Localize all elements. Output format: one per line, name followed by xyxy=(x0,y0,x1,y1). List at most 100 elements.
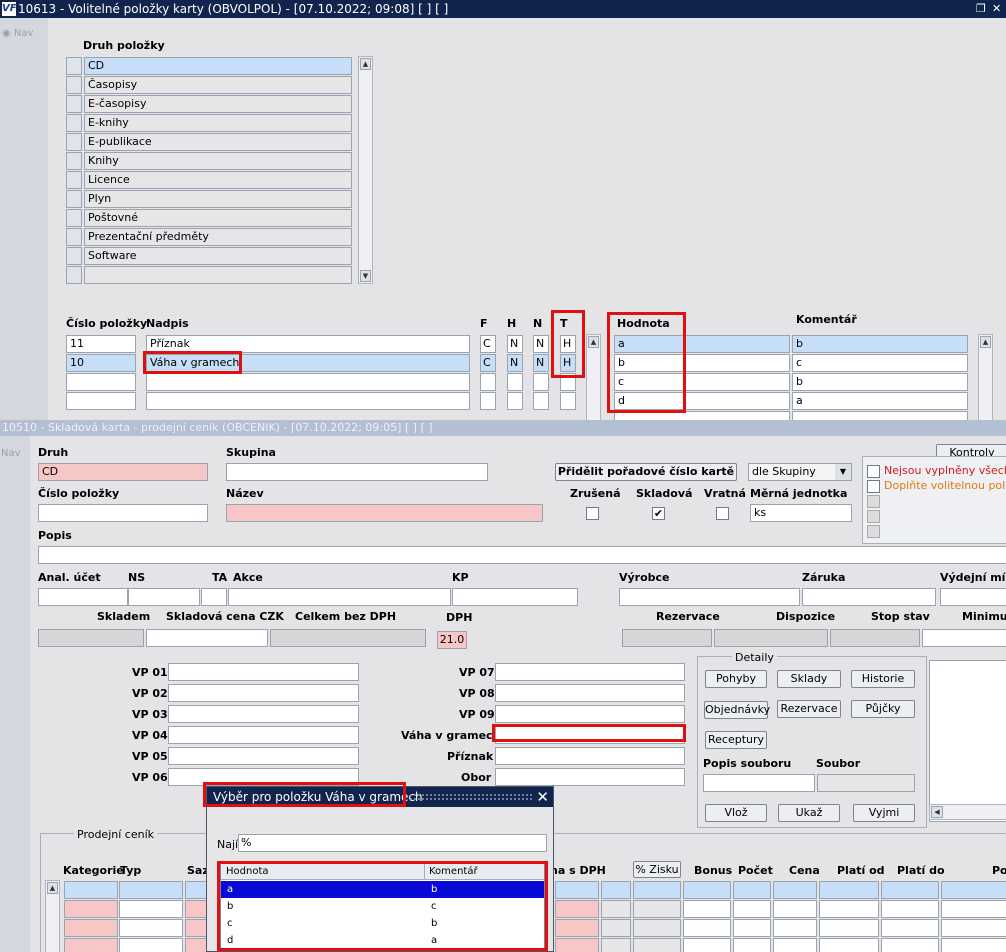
scroll-down-icon[interactable]: ▼ xyxy=(360,270,371,282)
druh-polozky-item[interactable]: Licence xyxy=(84,171,352,189)
n-cell[interactable]: N xyxy=(533,354,549,372)
merna-jednotka-field[interactable]: ks xyxy=(750,504,852,522)
komentar-cell[interactable]: c xyxy=(792,354,968,372)
skupina-field[interactable] xyxy=(226,463,488,481)
pridelit-cislo-button[interactable]: Přidělit pořadové číslo kartě xyxy=(555,463,737,481)
sklady-button[interactable]: Sklady xyxy=(777,670,841,688)
cenik-cell[interactable] xyxy=(633,881,681,899)
n-cell[interactable] xyxy=(533,373,549,391)
scroll-up-icon[interactable]: ▲ xyxy=(980,336,991,348)
ukaz-button[interactable]: Ukaž xyxy=(778,804,840,822)
vp-field[interactable] xyxy=(168,684,359,702)
druh-polozky-item[interactable]: Časopisy xyxy=(84,76,352,94)
f-cell[interactable]: C xyxy=(480,354,496,372)
h-cell[interactable] xyxy=(507,373,523,391)
h-cell[interactable] xyxy=(507,392,523,410)
row-selector[interactable] xyxy=(66,228,82,246)
cenik-cell[interactable] xyxy=(819,881,879,899)
cenik-cell[interactable] xyxy=(881,938,939,952)
cislo-polozky-cell[interactable] xyxy=(66,373,136,391)
n-cell[interactable] xyxy=(533,392,549,410)
cenik-scrollbar[interactable]: ▲ xyxy=(45,880,60,952)
cenik-cell[interactable] xyxy=(555,919,599,937)
n-cell[interactable]: N xyxy=(533,335,549,353)
vp-field[interactable] xyxy=(168,663,359,681)
vydejni-misto-field[interactable] xyxy=(940,588,1006,606)
ns-field[interactable] xyxy=(128,588,200,606)
dph-field[interactable]: 21.0 xyxy=(437,631,467,649)
pohyby-button[interactable]: Pohyby xyxy=(705,670,767,688)
druh-polozky-item[interactable]: CD xyxy=(84,57,352,75)
t-cell[interactable] xyxy=(560,392,576,410)
preview-scrollbar[interactable]: ◀ xyxy=(929,804,1006,820)
druh-list-scrollbar[interactable]: ▲ ▼ xyxy=(358,56,373,284)
zisku-button[interactable]: % Zisku xyxy=(633,861,681,878)
close-icon[interactable]: ✕ xyxy=(536,787,549,807)
druh-polozky-item[interactable]: Software xyxy=(84,247,352,265)
cislo-polozky-cell[interactable] xyxy=(66,392,136,410)
cenik-cell[interactable] xyxy=(64,938,118,952)
cenik-cell[interactable] xyxy=(119,938,183,952)
cenik-cell[interactable] xyxy=(633,900,681,918)
cenik-cell[interactable] xyxy=(555,881,599,899)
druh-polozky-item[interactable]: E-knihy xyxy=(84,114,352,132)
warning-checkbox-2[interactable] xyxy=(867,480,880,493)
druh-polozky-item[interactable]: E-publikace xyxy=(84,133,352,151)
row-selector[interactable] xyxy=(66,133,82,151)
cenik-cell[interactable] xyxy=(819,919,879,937)
scroll-up-icon[interactable]: ▲ xyxy=(47,882,58,894)
cenik-cell[interactable] xyxy=(773,900,817,918)
cenik-cell[interactable] xyxy=(601,900,631,918)
vratna-checkbox[interactable] xyxy=(716,507,729,520)
nadpis-cell[interactable] xyxy=(146,392,470,410)
items-scrollbar[interactable]: ▲ xyxy=(586,334,601,420)
cenik-cell[interactable] xyxy=(773,881,817,899)
druh-polozky-item[interactable]: E-časopisy xyxy=(84,95,352,113)
cenik-cell[interactable] xyxy=(733,881,771,899)
komentar-cell[interactable]: b xyxy=(792,335,968,353)
cenik-cell[interactable] xyxy=(601,919,631,937)
rezervace-button[interactable]: Rezervace xyxy=(777,700,841,718)
f-cell[interactable] xyxy=(480,373,496,391)
vp-field[interactable] xyxy=(495,768,685,786)
cenik-cell[interactable] xyxy=(819,938,879,952)
row-selector[interactable] xyxy=(66,76,82,94)
objednavky-button[interactable]: Objednávky xyxy=(704,701,770,719)
vp-field[interactable] xyxy=(168,705,359,723)
najit-input[interactable]: % xyxy=(238,834,547,852)
vp-field[interactable] xyxy=(495,747,685,765)
cenik-cell[interactable] xyxy=(633,938,681,952)
popis-field[interactable] xyxy=(38,546,1006,564)
vp-field[interactable] xyxy=(495,663,685,681)
cenik-cell[interactable] xyxy=(819,900,879,918)
kp-field[interactable] xyxy=(452,588,578,606)
cenik-cell[interactable] xyxy=(185,938,207,952)
popis-souboru-field[interactable] xyxy=(703,774,815,792)
cenik-cell[interactable] xyxy=(733,919,771,937)
row-selector[interactable] xyxy=(66,114,82,132)
nazev-field[interactable] xyxy=(226,504,543,522)
anal-ucet-field[interactable] xyxy=(38,588,128,606)
cenik-cell[interactable] xyxy=(881,881,939,899)
komentar-cell[interactable]: b xyxy=(792,373,968,391)
cenik-cell[interactable] xyxy=(64,919,118,937)
komentar-cell[interactable] xyxy=(792,411,968,420)
window1-titlebar[interactable]: VF 10613 - Volitelné položky karty (OBVO… xyxy=(0,0,1006,18)
zaruka-field[interactable] xyxy=(802,588,936,606)
cislo-polozky-cell[interactable]: 11 xyxy=(66,335,136,353)
vloz-button[interactable]: Vlož xyxy=(705,804,767,822)
ta-field[interactable] xyxy=(201,588,227,606)
zrusena-checkbox[interactable] xyxy=(586,507,599,520)
nadpis-cell[interactable] xyxy=(146,373,470,391)
nav-radio-2[interactable]: Nav xyxy=(1,448,21,459)
cenik-cell[interactable] xyxy=(119,900,183,918)
cenik-cell[interactable] xyxy=(773,919,817,937)
cenik-cell[interactable] xyxy=(601,938,631,952)
cenik-cell[interactable] xyxy=(683,881,731,899)
skladova-cena-field[interactable] xyxy=(146,629,268,647)
cenik-cell[interactable] xyxy=(185,919,207,937)
values-scrollbar[interactable]: ▲ xyxy=(978,334,993,420)
nav-radio[interactable]: ◉ Nav xyxy=(2,28,33,39)
cenik-cell[interactable] xyxy=(683,919,731,937)
cenik-cell[interactable] xyxy=(941,900,1006,918)
